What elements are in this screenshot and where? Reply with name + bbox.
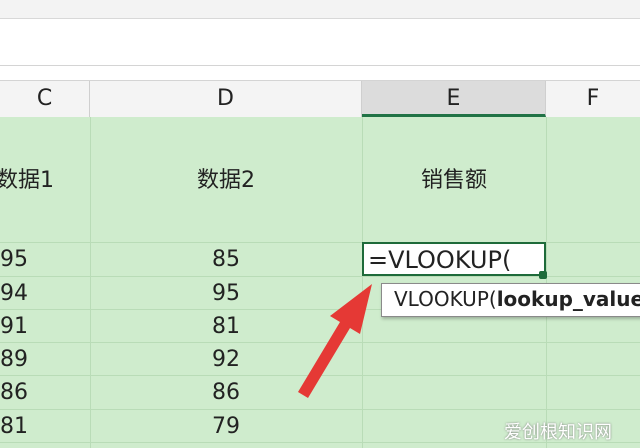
watermark: 爱创根知识网 xyxy=(504,422,612,443)
annotation-arrow-icon xyxy=(298,284,372,398)
